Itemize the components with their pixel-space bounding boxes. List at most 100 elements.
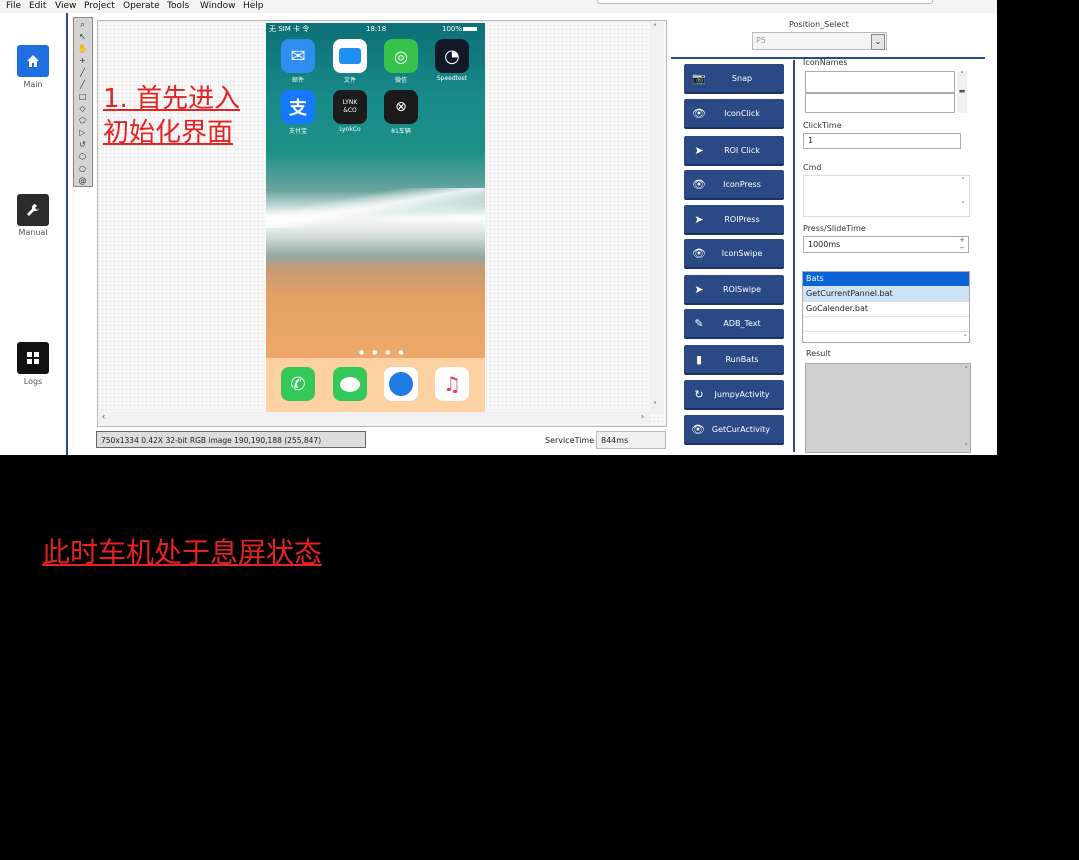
bat-item[interactable]: GoCalender.bat <box>803 302 969 317</box>
menu-project[interactable]: Project <box>84 1 115 11</box>
bats-scroll-up-icon[interactable]: ˄ <box>964 274 968 282</box>
bats-scroll-down-icon[interactable]: ˅ <box>964 334 968 342</box>
cmd-label: Cmd <box>803 163 822 172</box>
wechat-icon[interactable]: ◎ <box>384 39 418 73</box>
menu-edit[interactable]: Edit <box>29 1 46 11</box>
annotation-screen-off: 此时车机处于息屏状态 <box>42 536 323 569</box>
result-scroll-down-icon[interactable]: ˅ <box>965 443 969 451</box>
menu-operate[interactable]: Operate <box>123 1 160 11</box>
pencil-icon: ✎ <box>694 316 704 330</box>
iconpress-button[interactable]: 👁 IconPress <box>684 170 784 200</box>
circle-icon[interactable]: ○ <box>76 163 89 174</box>
press-time-value: 1000ms <box>808 240 841 249</box>
outside-area <box>997 0 1079 455</box>
canvas-vertical-scrollbar[interactable]: ˄ ˅ <box>651 21 664 413</box>
click-time-input[interactable]: 1 <box>803 133 961 149</box>
bat-item-empty[interactable] <box>803 317 969 332</box>
bats-header[interactable]: Bats <box>803 272 969 287</box>
polygon-icon[interactable]: ⬠ <box>76 115 89 126</box>
adb-text-button[interactable]: ✎ ADB_Text <box>684 309 784 339</box>
annotation-step-1: 1. 首先进入 初始化界面 <box>103 82 240 150</box>
freeform-icon[interactable]: ⬡ <box>76 151 89 162</box>
mail-icon[interactable]: ✉ <box>281 39 315 73</box>
menu-tools[interactable]: Tools <box>167 1 189 11</box>
crosshair-icon[interactable]: + <box>76 55 89 66</box>
phone-status-bar: 无 SIM 卡 令 18:18 100% <box>266 23 485 35</box>
snap-button[interactable]: 📷 Snap <box>684 64 784 94</box>
roi-click-button[interactable]: ➤ ROI Click <box>684 136 784 166</box>
music-icon[interactable]: ♫ <box>435 367 469 401</box>
runbats-button[interactable]: ▮ RunBats <box>684 345 784 375</box>
icon-names-scrollbar[interactable]: ˄ ▬ <box>957 71 967 113</box>
phone-screenshot[interactable]: 无 SIM 卡 令 18:18 100% ✉ 邮件 文件 ◎ 微信 ◔ Spee… <box>266 23 485 412</box>
iconswipe-button[interactable]: 👁 IconSwipe <box>684 239 784 269</box>
line-icon[interactable]: ╱ <box>76 67 89 78</box>
bats-list[interactable]: Bats GetCurrentPannel.bat GoCalender.bat… <box>802 271 970 343</box>
action-label: Snap <box>731 73 753 83</box>
iconclick-button[interactable]: 👁 IconClick <box>684 99 784 129</box>
position-select-value: P5 <box>756 36 766 45</box>
rectangle-icon[interactable]: □ <box>76 91 89 102</box>
zoom-icon[interactable]: ⌕ <box>76 19 89 30</box>
sdcard-icon: ▮ <box>695 352 703 366</box>
scroll-up-icon[interactable]: ˄ <box>653 23 657 32</box>
pointer-icon[interactable]: ↖ <box>76 31 89 42</box>
roipress-button[interactable]: ➤ ROIPress <box>684 205 784 235</box>
scroll-down-icon[interactable]: ˅ <box>653 401 657 410</box>
press-time-input[interactable]: 1000ms <box>803 236 969 253</box>
jumpyactivity-button[interactable]: ↻ JumpyActivity <box>684 380 784 410</box>
chevron-down-icon[interactable]: ⌄ <box>871 34 885 50</box>
messages-icon[interactable] <box>333 367 367 401</box>
phone-dock: ✆ ♫ <box>266 358 485 412</box>
files-icon[interactable] <box>333 39 367 73</box>
shape-icon[interactable]: ▷ <box>76 127 89 138</box>
position-select[interactable]: P5 ⌄ <box>752 32 887 50</box>
action-label: RunBats <box>725 354 759 364</box>
phone-icon[interactable]: ✆ <box>281 367 315 401</box>
tool-strip: ⌕ ↖ ✋ + ╱ ╱ □ ◇ ⬠ ▷ ↺ ⬡ ○ @ <box>73 17 93 187</box>
hand-icon[interactable]: ✋ <box>76 43 89 54</box>
result-label: Result <box>806 349 831 358</box>
menu-file[interactable]: File <box>6 1 21 11</box>
scroll-right-icon[interactable]: › <box>641 412 644 421</box>
menu-help[interactable]: Help <box>243 1 264 11</box>
icon-names-label: IconNames <box>803 58 848 67</box>
eye-icon: 👁 <box>690 422 705 436</box>
lynkco-icon[interactable]: LYNK &CO <box>333 90 367 124</box>
icon-names-field-1[interactable] <box>805 71 955 93</box>
eye-icon: 👁 <box>692 106 706 120</box>
nav-manual[interactable] <box>17 194 49 226</box>
action-label: ROI Click <box>724 145 760 155</box>
icon-names-field-2[interactable] <box>805 93 955 113</box>
lasso-icon[interactable]: ↺ <box>76 139 89 150</box>
nav-logs[interactable] <box>17 342 49 374</box>
canvas-horizontal-scrollbar[interactable]: ‹ › <box>98 411 651 424</box>
app-label-lynkco: LynkCo <box>339 126 361 133</box>
nav-divider <box>66 13 68 455</box>
image-info-bar: 750x1334 0.42X 32-bit RGB image 190,190,… <box>96 431 366 448</box>
battery-icon <box>463 27 477 31</box>
getcuractivity-button[interactable]: 👁 GetCurActivity <box>684 415 784 445</box>
speedtest-icon[interactable]: ◔ <box>435 39 469 73</box>
nav-main[interactable] <box>17 45 49 77</box>
alipay-icon[interactable]: 支 <box>281 90 315 124</box>
spiral-icon[interactable]: @ <box>76 175 89 186</box>
top-input[interactable] <box>597 0 933 4</box>
car-app-icon[interactable]: ⊗ <box>384 90 418 124</box>
app-label-mail: 邮件 <box>291 77 304 84</box>
cmd-textarea[interactable] <box>803 175 970 217</box>
safari-icon[interactable] <box>384 367 418 401</box>
menu-window[interactable]: Window <box>200 1 236 11</box>
diamond-icon[interactable]: ◇ <box>76 103 89 114</box>
roiswipe-button[interactable]: ➤ ROISwipe <box>684 275 784 305</box>
press-time-spinner[interactable]: + − <box>956 236 968 252</box>
scroll-left-icon[interactable]: ‹ <box>102 412 105 421</box>
bat-item[interactable]: GetCurrentPannel.bat <box>803 287 969 302</box>
app-label-alipay: 支付宝 <box>288 128 307 135</box>
action-label: IconClick <box>724 108 760 118</box>
result-scroll-up-icon[interactable]: ˄ <box>965 366 969 374</box>
action-label: ADB_Text <box>723 318 761 328</box>
line2-icon[interactable]: ╱ <box>76 79 89 90</box>
menu-view[interactable]: View <box>55 1 76 11</box>
cmd-scrollbar[interactable]: ˄ ˅ <box>958 177 968 215</box>
